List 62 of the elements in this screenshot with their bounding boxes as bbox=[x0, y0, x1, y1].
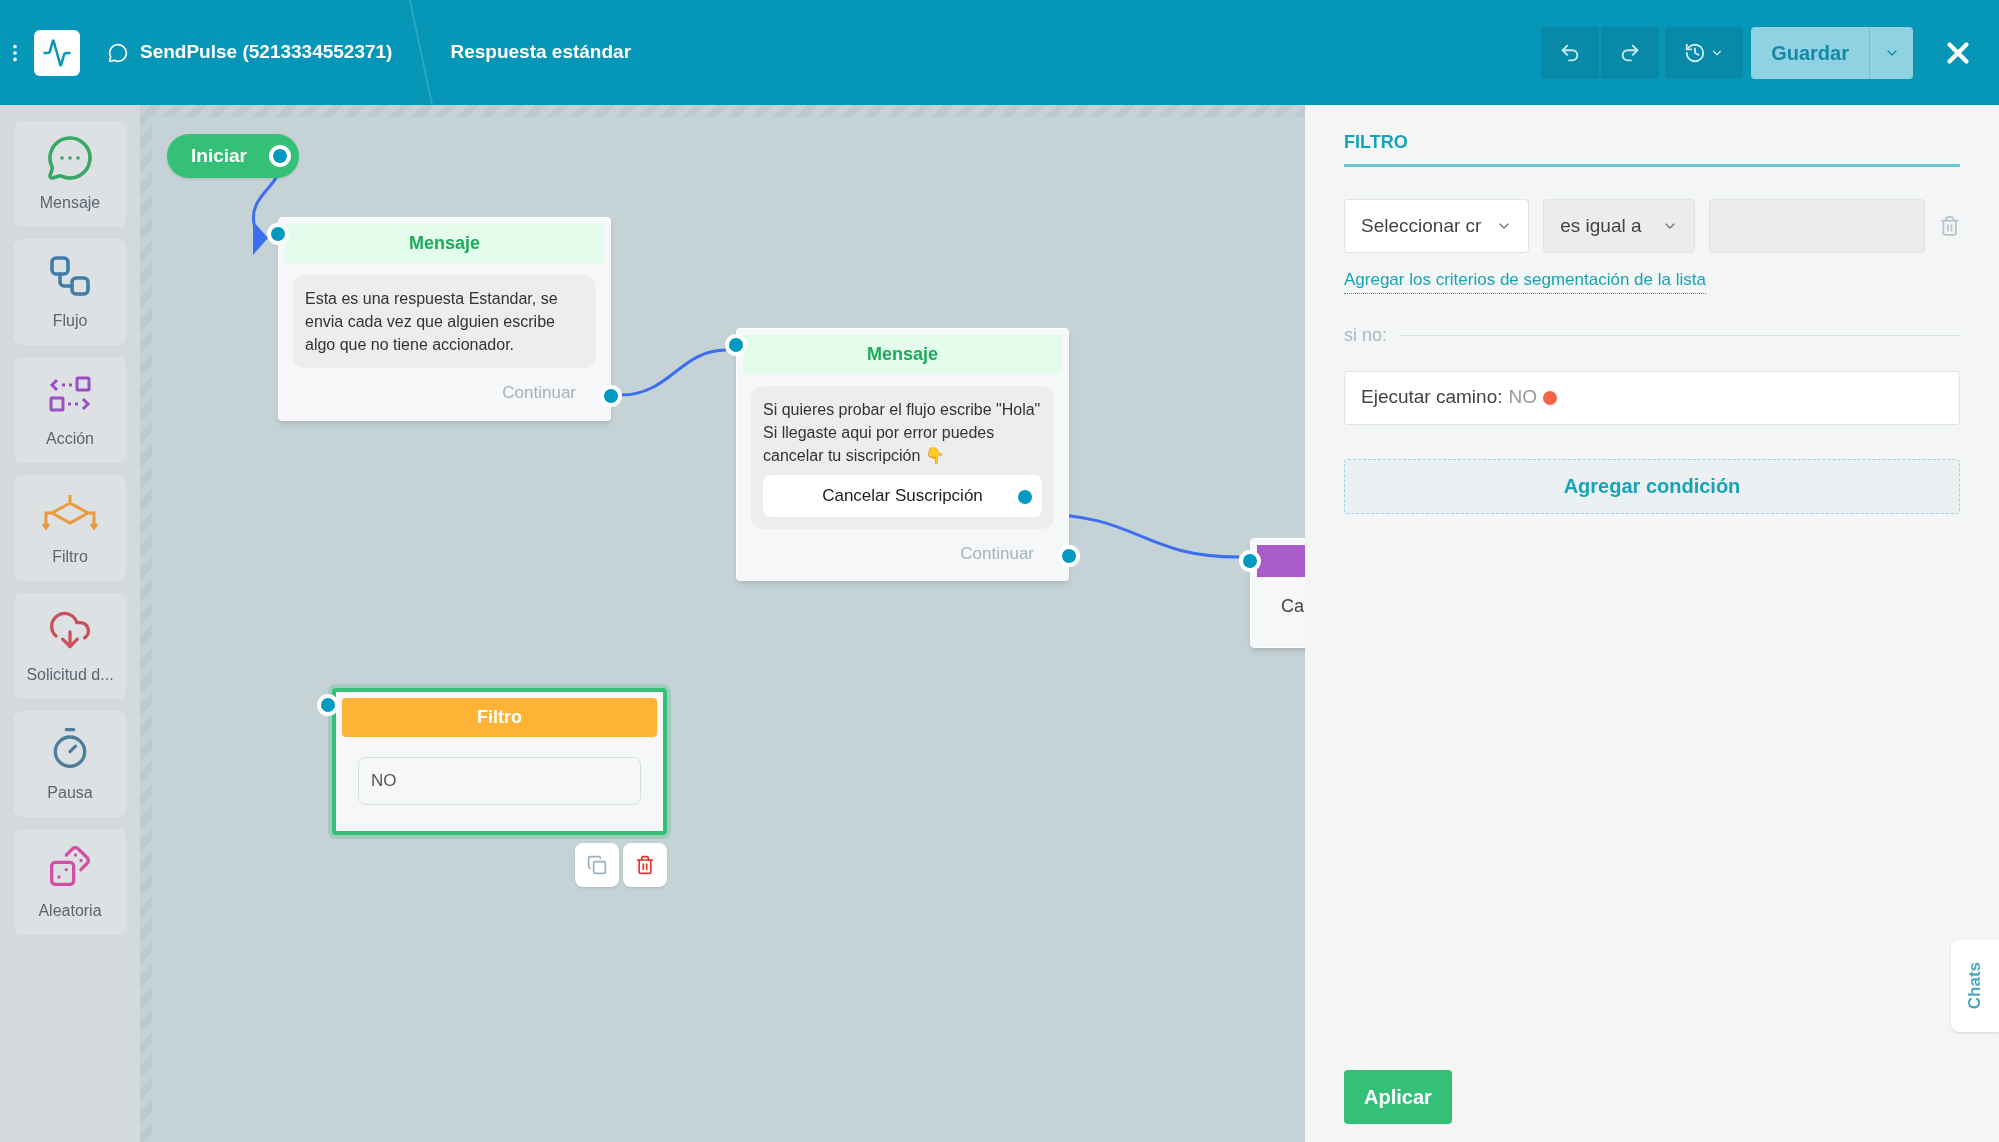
message-node[interactable]: Mensaje Esta es una respuesta Estandar, se envia cada vez que alguien escribe algo que no tiene accionador. Continuar bbox=[278, 217, 611, 421]
node-title: Mensaje bbox=[743, 335, 1062, 374]
else-path-value: NO bbox=[1508, 385, 1537, 410]
chat-bubble-icon bbox=[46, 134, 94, 182]
start-node[interactable]: Iniciar bbox=[167, 134, 299, 178]
arrows-squares-icon bbox=[49, 376, 91, 412]
continue-label: Continuar bbox=[502, 382, 576, 404]
apply-button[interactable]: Aplicar bbox=[1344, 1070, 1452, 1124]
connection-handle[interactable] bbox=[269, 145, 291, 167]
node-palette-item[interactable]: Aleatoria bbox=[14, 829, 126, 935]
flow-title[interactable]: Respuesta estándar bbox=[450, 38, 632, 67]
history-icon bbox=[1684, 41, 1707, 64]
history-button[interactable] bbox=[1665, 26, 1744, 79]
node-palette-item[interactable]: Flujo bbox=[14, 239, 126, 345]
message-text: Esta es una respuesta Estandar, se envia cada vez que alguien escribe algo que no tiene accionador. bbox=[305, 289, 559, 355]
delete-button[interactable] bbox=[623, 842, 667, 887]
palette-label: Flujo bbox=[52, 311, 88, 331]
trash-icon[interactable] bbox=[1938, 215, 1960, 237]
trash-icon bbox=[635, 854, 655, 875]
add-condition-button[interactable]: Agregar condición bbox=[1344, 458, 1960, 514]
palette-label: Solicitud d... bbox=[26, 665, 114, 685]
chat-icon bbox=[108, 42, 128, 63]
action-node[interactable]: Ca bbox=[1250, 538, 1305, 648]
chats-tab[interactable]: Chats bbox=[1951, 940, 1999, 1032]
logo[interactable] bbox=[34, 29, 80, 76]
palette-label: Mensaje bbox=[39, 193, 101, 213]
palette-label: Acción bbox=[46, 429, 94, 449]
account-name[interactable]: SendPulse (5213334552371) bbox=[140, 38, 393, 67]
node-palette-item[interactable]: Mensaje bbox=[14, 121, 126, 227]
duplicate-button[interactable] bbox=[575, 842, 619, 887]
palette-label: Filtro bbox=[52, 547, 88, 567]
node-palette-item[interactable]: Acción bbox=[14, 357, 126, 463]
palette-label: Pausa bbox=[47, 783, 93, 803]
message-button[interactable]: Cancelar Suscripción bbox=[763, 475, 1042, 517]
criteria-select[interactable]: Seleccionar cr bbox=[1344, 199, 1530, 253]
node-text: Ca bbox=[1280, 595, 1305, 618]
message-text: Si quieres probar el flujo escribe "Hola" Si llegaste aqui por error puedes cancelar tu siscripción 👇 bbox=[763, 400, 1042, 466]
undo-button[interactable] bbox=[1541, 26, 1600, 79]
save-button[interactable]: Guardar bbox=[1751, 26, 1869, 79]
else-label: si no: bbox=[1344, 323, 1388, 347]
copy-icon bbox=[587, 854, 607, 875]
dice-icon bbox=[48, 844, 92, 888]
save-options-button[interactable] bbox=[1869, 26, 1913, 79]
palette-label: Aleatoria bbox=[38, 901, 102, 921]
node-palette-item[interactable]: Pausa bbox=[14, 711, 126, 817]
panel-title: FILTRO bbox=[1344, 132, 1408, 152]
node-title: Filtro bbox=[342, 698, 657, 737]
diamond-branch-icon bbox=[42, 493, 98, 531]
continue-label: Continuar bbox=[960, 542, 1034, 565]
message-node[interactable]: Mensaje Si quieres probar el flujo escribe "Hola" Si llegaste aqui por error puedes cancelar tu siscripción 👇 Cancelar Suscripción Continuar bbox=[736, 328, 1069, 581]
node-title: Mensaje bbox=[285, 224, 604, 263]
else-path-field[interactable]: Ejecutar camino: NO bbox=[1344, 370, 1960, 425]
node-palette-item[interactable]: Filtro bbox=[14, 475, 126, 581]
start-label: Iniciar bbox=[191, 143, 247, 168]
else-path-label: Ejecutar camino: bbox=[1361, 385, 1503, 410]
segment-link[interactable]: Agregar los criterios de segmentación de la lista bbox=[1344, 267, 1706, 294]
redo-button[interactable] bbox=[1601, 26, 1660, 79]
operator-select[interactable]: es igual a bbox=[1543, 199, 1696, 253]
condition-field[interactable]: NO bbox=[358, 757, 641, 805]
node-palette-item[interactable]: Solicitud d... bbox=[14, 593, 126, 699]
filter-node[interactable]: Filtro NO bbox=[332, 688, 667, 835]
pulse-icon bbox=[42, 37, 72, 68]
